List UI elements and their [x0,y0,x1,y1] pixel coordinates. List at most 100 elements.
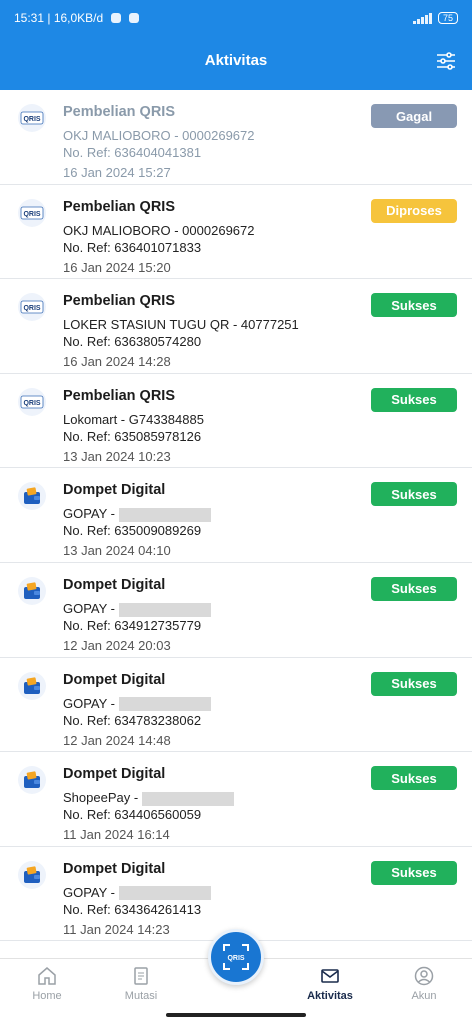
page-title: Aktivitas [204,52,268,69]
activity-ref: No. Ref: 634912735779 [63,617,202,633]
merchant-text: OKJ MALIOBORO - 0000269672 [63,222,255,238]
nav-mutasi-label: Mutasi [124,990,158,1002]
wallet-icon [18,671,46,700]
activity-item[interactable]: Dompet Digital ShopeePay - No. Ref: 634406… [0,752,472,847]
activity-date: 12 Jan 2024 20:03 [63,637,171,653]
activity-list[interactable]: QRIS Pembelian QRIS OKJ MALIOBORO - 000026… [0,90,472,958]
activity-item[interactable]: QRIS Pembelian QRIS OKJ MALIOBORO - 000026… [0,90,472,185]
activity-title: Dompet Digital [63,576,166,593]
activity-ref: No. Ref: 634406560059 [63,807,202,823]
home-indicator[interactable] [166,1013,306,1017]
redacted-account [119,886,212,901]
activity-merchant: GOPAY - [63,506,212,522]
status-bar: 15:31 | 16,0KB/d 75 [14,8,458,28]
merchant-text: Lokomart - G743384885 [63,411,204,427]
activity-item[interactable]: QRIS Pembelian QRIS Lokomart - G743384885 N… [0,373,472,469]
redacted-account [142,791,235,806]
activity-item[interactable]: Dompet Digital GOPAY - No. Ref: 6349127357… [0,562,472,658]
status-badge: Sukses [371,293,457,318]
nav-aktivitas[interactable]: Aktivitas [295,965,365,1002]
status-badge: Sukses [371,576,457,601]
activity-item[interactable]: QRIS Pembelian QRIS LOKER STASIUN TUGU QR … [0,279,472,374]
activity-date: 16 Jan 2024 15:20 [63,259,171,275]
status-time: 15:31 | 16,0KB/d [14,11,104,25]
signal-icon [412,12,432,24]
activity-date: 12 Jan 2024 14:48 [63,732,171,748]
home-icon [38,967,56,985]
activity-date: 13 Jan 2024 04:10 [63,543,171,559]
activity-ref: No. Ref: 636380574280 [63,334,202,350]
svg-text:QRIS: QRIS [23,116,40,123]
nav-akun[interactable]: Akun [389,965,459,1002]
activity-date: 13 Jan 2024 10:23 [63,448,171,464]
notification-icon [129,13,140,23]
qris-scan-icon: QRIS [223,944,249,970]
user-icon [414,966,434,986]
activity-ref: No. Ref: 636404041381 [63,145,202,160]
redacted-account [119,697,212,712]
activity-title: Pembelian QRIS [63,104,176,120]
nav-home-label: Home [32,990,62,1002]
activity-date: 16 Jan 2024 15:27 [63,165,171,180]
wallet-icon [18,576,46,605]
activity-ref: No. Ref: 634783238062 [63,712,202,728]
activity-item[interactable]: QRIS Pembelian QRIS OKJ MALIOBORO - 000026… [0,184,472,280]
activity-title: Pembelian QRIS [63,198,176,215]
wallet-icon [18,860,46,889]
battery-icon: 75 [437,12,458,24]
activity-merchant: LOKER STASIUN TUGU QR - 40777251 [63,317,299,332]
status-badge: Sukses [371,860,457,885]
activity-merchant: ShopeePay - [63,790,235,806]
status-badge: Gagal [371,104,457,128]
svg-text:QRIS: QRIS [23,400,40,407]
activity-item[interactable]: Dompet Digital GOPAY - No. Ref: 6350090892… [0,468,472,563]
nav-mutasi[interactable]: Mutasi [106,965,176,1002]
merchant-text: GOPAY - [63,506,116,522]
activity-title: Dompet Digital [63,766,166,783]
activity-merchant: GOPAY - [63,695,212,712]
activity-date: 16 Jan 2024 14:28 [63,354,171,370]
merchant-text: GOPAY - [63,695,116,711]
redacted-account [119,602,212,617]
activity-title: Dompet Digital [63,482,166,499]
activity-ref: No. Ref: 635085978126 [63,428,202,444]
notification-icon [111,13,122,23]
qris-icon: QRIS [18,293,46,322]
redacted-account [119,507,212,522]
qris-scan-button[interactable]: QRIS [208,929,264,985]
activity-ref: No. Ref: 635009089269 [63,523,202,539]
merchant-text: GOPAY - [63,600,116,616]
wallet-icon [18,482,46,511]
activity-date: 11 Jan 2024 14:23 [63,921,170,937]
status-badge: Sukses [371,482,457,507]
nav-aktivitas-label: Aktivitas [307,990,353,1002]
activity-title: Pembelian QRIS [63,387,176,404]
app-header: 15:31 | 16,0KB/d 75 Aktivitas [0,0,472,90]
status-badge: Sukses [371,387,457,412]
activity-title: Dompet Digital [63,671,166,688]
svg-text:QRIS: QRIS [227,955,244,962]
merchant-text: GOPAY - [63,884,116,900]
mail-icon [321,969,339,983]
activity-item[interactable]: Dompet Digital GOPAY - No. Ref: 6347832380… [0,657,472,753]
qris-icon: QRIS [18,198,46,227]
activity-item[interactable]: Dompet Digital GOPAY - No. Ref: 6343642614… [0,846,472,942]
svg-text:QRIS: QRIS [23,211,40,218]
status-badge: Sukses [371,766,457,791]
activity-merchant: GOPAY - [63,600,212,617]
activity-title: Dompet Digital [63,860,166,877]
filter-icon[interactable] [436,52,456,70]
merchant-text: LOKER STASIUN TUGU QR - 40777251 [63,317,299,333]
activity-merchant: GOPAY - [63,884,212,901]
qris-icon: QRIS [18,387,46,416]
merchant-text: OKJ MALIOBORO - 0000269672 [63,128,255,143]
status-badge: Diproses [371,198,457,223]
activity-merchant: Lokomart - G743384885 [63,412,204,427]
activity-date: 11 Jan 2024 16:14 [63,827,170,843]
activity-merchant: OKJ MALIOBORO - 0000269672 [63,128,254,143]
nav-akun-label: Akun [411,990,437,1002]
svg-text:QRIS: QRIS [23,305,40,312]
status-badge: Sukses [371,671,457,696]
merchant-text: ShopeePay - [63,790,139,806]
nav-home[interactable]: Home [12,965,82,1002]
